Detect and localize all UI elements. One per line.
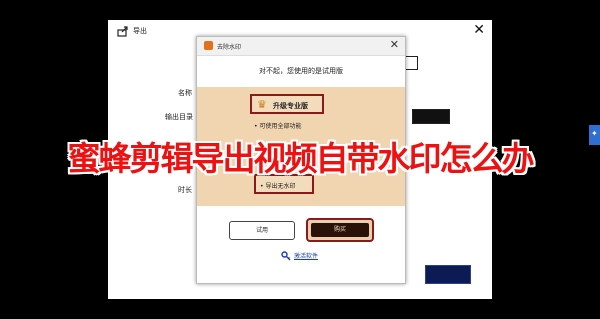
name-label: 名称	[178, 89, 192, 97]
buy-button[interactable]: 购买	[306, 218, 374, 242]
feature-text: 可使用全部功能	[259, 123, 302, 130]
export-button[interactable]	[425, 265, 471, 284]
crown-icon: ♛	[257, 98, 267, 111]
desktop-app-icon[interactable]: ✦	[589, 125, 600, 145]
buy-button-label: 购买	[311, 223, 369, 237]
watermark-free-label: 导出无水印	[265, 183, 296, 190]
dialog-title: 去除水印	[217, 44, 242, 51]
upgrade-pro-badge: ♛ 升级专业版	[250, 94, 324, 114]
close-icon[interactable]: ✕	[473, 22, 485, 38]
caption-overlay: 蜜蜂剪辑导出视频自带水印怎么办	[67, 139, 535, 178]
dialog-header: 去除水印 ✕	[197, 37, 405, 56]
app-logo-icon	[204, 41, 213, 50]
feature-item: • 可使用全部功能	[254, 123, 302, 130]
export-icon	[117, 26, 128, 37]
output-dir-label: 输出目录	[165, 113, 193, 121]
trial-message: 对不起，您使用的是试用版	[259, 67, 343, 75]
close-icon[interactable]: ✕	[390, 38, 399, 51]
activate-link[interactable]: 激活软件	[294, 251, 318, 260]
watermark-free-text: • 导出无水印	[260, 183, 296, 190]
duration-label: 时长	[178, 186, 192, 194]
pro-label: 升级专业版	[273, 102, 308, 110]
output-dir-field[interactable]	[412, 109, 450, 124]
trial-button[interactable]: 试用	[229, 221, 295, 240]
name-field[interactable]	[404, 56, 418, 70]
key-icon	[281, 251, 291, 261]
export-title: 导出	[133, 27, 147, 35]
